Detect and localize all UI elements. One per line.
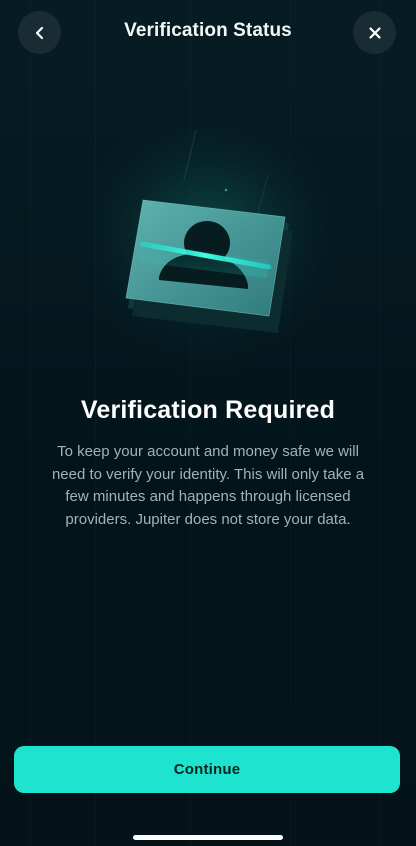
continue-label: Continue xyxy=(173,761,241,778)
top-bar: Verification Status xyxy=(0,0,416,64)
id-card-scan-icon xyxy=(58,110,358,390)
home-indicator xyxy=(133,835,283,840)
id-card-scan-illustration xyxy=(58,110,358,400)
description-text: To keep your account and money safe we w… xyxy=(51,443,365,528)
close-button[interactable] xyxy=(353,11,396,54)
continue-button[interactable]: Continue xyxy=(14,746,400,793)
headline: Verification Required xyxy=(80,396,336,424)
close-icon xyxy=(368,26,381,39)
verification-screen: Verification Status Verification Require… xyxy=(0,0,416,846)
